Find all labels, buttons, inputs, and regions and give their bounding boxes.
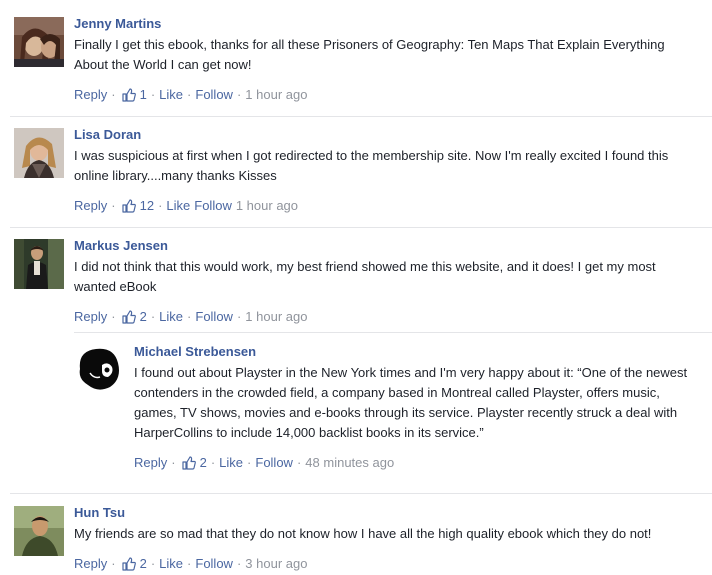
comment-text-line: My friends are so mad that they do not k… [74, 526, 652, 541]
divider [74, 332, 712, 333]
comment-text-line: wanted eBook [74, 279, 157, 294]
thumbs-up-icon [121, 309, 136, 324]
reply-link[interactable]: Reply [74, 556, 107, 571]
like-count[interactable]: 12 [140, 198, 154, 213]
timestamp[interactable]: 3 hour ago [245, 556, 307, 571]
separator: · [111, 556, 116, 571]
thumbs-up-icon [181, 455, 196, 470]
comment-text: Finally I get this ebook, thanks for all… [74, 35, 704, 75]
author-name[interactable]: Jenny Martins [74, 16, 161, 31]
avatar[interactable] [14, 506, 64, 556]
comment-text: I did not think that this would work, my… [74, 257, 704, 297]
separator: · [187, 556, 192, 571]
comment-text: My friends are so mad that they do not k… [74, 524, 704, 544]
follow-link[interactable]: Follow [194, 198, 232, 213]
follow-link[interactable]: Follow [195, 309, 233, 324]
like-link[interactable]: Like [219, 455, 243, 470]
comment-text-line: games, TV shows, movies and e-books thro… [134, 405, 678, 420]
comment-text-line: I found out about Playster in the New Yo… [134, 365, 688, 380]
like-link[interactable]: Like [166, 198, 190, 213]
separator: · [187, 87, 192, 102]
author-name[interactable]: Hun Tsu [74, 505, 125, 520]
comment-text-line: contenders in the crowded field, a compa… [134, 385, 660, 400]
reply-link[interactable]: Reply [74, 87, 107, 102]
thumbs-up-icon [121, 87, 136, 102]
separator: · [150, 309, 156, 324]
separator: · [296, 455, 302, 470]
avatar[interactable] [14, 128, 64, 178]
like-count[interactable]: 2 [200, 455, 207, 470]
comment-actions: Reply · 2 · Like · Follow · 48 minutes a… [134, 455, 394, 470]
separator: · [150, 87, 156, 102]
comment-actions: Reply · 2 · Like · Follow · 1 hour ago [74, 309, 307, 324]
comment-actions: Reply · 1 · Like · Follow · 1 hour ago [74, 87, 307, 102]
comment-text-line: online library....many thanks Kisses [74, 168, 277, 183]
like-link[interactable]: Like [159, 309, 183, 324]
separator: · [111, 87, 116, 102]
separator: · [236, 556, 242, 571]
divider [10, 227, 712, 228]
profile-photo [14, 17, 64, 67]
like-count[interactable]: 2 [140, 309, 147, 324]
comment-actions: Reply · 2 · Like · Follow · 3 hour ago [74, 556, 307, 571]
like-count[interactable]: 1 [140, 87, 147, 102]
author-name[interactable]: Lisa Doran [74, 127, 141, 142]
timestamp[interactable]: 1 hour ago [245, 87, 307, 102]
separator: · [210, 455, 216, 470]
avatar[interactable] [14, 17, 64, 67]
divider [10, 116, 712, 117]
like-count[interactable]: 2 [140, 556, 147, 571]
avatar[interactable] [14, 239, 64, 289]
profile-photo [14, 506, 64, 556]
separator: · [236, 87, 242, 102]
thumbs-up-icon [121, 198, 136, 213]
reply-link[interactable]: Reply [74, 309, 107, 324]
comment-text-line: HarperCollins to include 14,000 backlist… [134, 425, 484, 440]
comment-actions: Reply · 12 · Like Follow 1 hour ago [74, 198, 298, 213]
separator: · [236, 309, 242, 324]
reply-link[interactable]: Reply [74, 198, 107, 213]
comment-text: I was suspicious at first when I got red… [74, 146, 704, 186]
like-link[interactable]: Like [159, 87, 183, 102]
separator: · [150, 556, 156, 571]
reply-link[interactable]: Reply [134, 455, 167, 470]
like-link[interactable]: Like [159, 556, 183, 571]
comment-text-line: About the World I can get now! [74, 57, 252, 72]
separator: · [247, 455, 252, 470]
follow-link[interactable]: Follow [195, 556, 233, 571]
timestamp[interactable]: 48 minutes ago [305, 455, 394, 470]
comment-text-line: I was suspicious at first when I got red… [74, 148, 669, 163]
timestamp[interactable]: 1 hour ago [236, 198, 298, 213]
avatar[interactable] [74, 343, 124, 393]
timestamp[interactable]: 1 hour ago [245, 309, 307, 324]
separator: · [111, 309, 116, 324]
author-name[interactable]: Michael Strebensen [134, 344, 256, 359]
follow-link[interactable]: Follow [195, 87, 233, 102]
separator: · [171, 455, 176, 470]
profile-photo [14, 239, 64, 289]
profile-photo [74, 343, 124, 393]
author-name[interactable]: Markus Jensen [74, 238, 168, 253]
profile-photo [14, 128, 64, 178]
separator: · [187, 309, 192, 324]
divider [10, 493, 712, 494]
comment-text-line: Finally I get this ebook, thanks for all… [74, 37, 665, 52]
separator: · [111, 198, 116, 213]
comment-text: I found out about Playster in the New Yo… [134, 363, 704, 443]
follow-link[interactable]: Follow [255, 455, 293, 470]
thumbs-up-icon [121, 556, 136, 571]
separator: · [158, 198, 163, 213]
comment-text-line: I did not think that this would work, my… [74, 259, 656, 274]
